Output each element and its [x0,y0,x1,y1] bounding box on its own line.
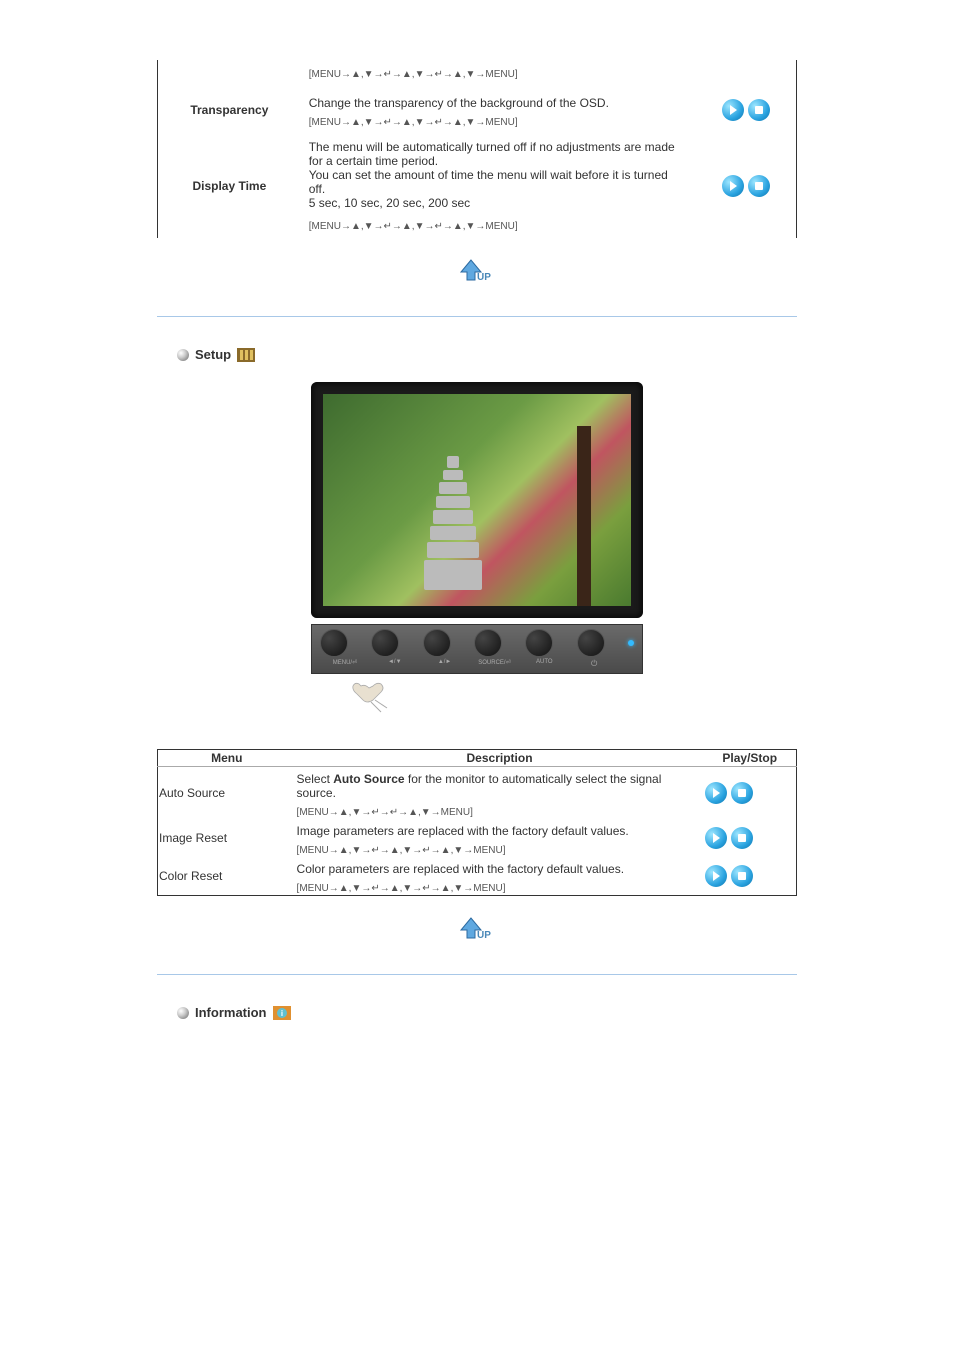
hand-pointer-icon [351,680,391,716]
monitor-screen [323,394,631,606]
information-icon: i [273,1006,291,1020]
section-header-information: Information i [97,1005,857,1020]
panel-label: SOURCE/⏎ [470,659,520,669]
up-icon[interactable]: UP [457,916,497,944]
stop-icon[interactable] [731,782,753,804]
divider [157,316,797,317]
setup-table: Menu Description Play/Stop Auto Source S… [157,749,797,896]
bullet-icon [177,349,189,361]
play-icon[interactable] [722,99,744,121]
table-row-display-time: Display Time The menu will be automatica… [158,134,797,238]
stop-icon[interactable] [731,865,753,887]
row-desc-1: The menu will be automatically turned of… [309,140,688,168]
table-row-imagereset: Image Reset Image parameters are replace… [158,819,797,857]
panel-button-power[interactable] [577,629,605,657]
button-panel: MENU/⏎ ◄/▼ ▲/► SOURCE/⏎ AUTO ⏻ [311,624,643,674]
row-desc: Image parameters are replaced with the f… [297,824,703,838]
osd-table-top: [MENU→▲,▼→↵→▲,▼→↵→▲,▼→MENU] Transparency… [157,60,797,238]
menu-path: [MENU→▲,▼→↵→▲,▼→↵→▲,▼→MENU] [297,883,506,894]
panel-button-auto[interactable] [525,629,553,657]
menu-path: [MENU→▲,▼→↵→▲,▼→↵→▲,▼→MENU] [309,69,518,80]
panel-label: ▲/► [420,659,470,669]
table-row: [MENU→▲,▼→↵→▲,▼→↵→▲,▼→MENU] [158,60,797,86]
setup-icon [237,348,255,362]
panel-button-source[interactable] [474,629,502,657]
svg-text:UP: UP [477,930,491,941]
col-desc: Description [296,750,704,767]
table-row-colorreset: Color Reset Color parameters are replace… [158,857,797,896]
svg-text:i: i [280,1009,282,1018]
section-title: Setup [195,347,231,362]
monitor-bezel [311,382,643,618]
stop-icon[interactable] [748,175,770,197]
panel-button-up[interactable] [423,629,451,657]
col-menu: Menu [158,750,296,767]
table-row-transparency: Transparency Change the transparency of … [158,86,797,134]
table-row-autosource: Auto Source Select Auto Source for the m… [158,767,797,820]
monitor-illustration: MENU/⏎ ◄/▼ ▲/► SOURCE/⏎ AUTO ⏻ [311,382,643,719]
col-playstop: Play/Stop [704,750,797,767]
stop-icon[interactable] [731,827,753,849]
up-icon[interactable]: UP [457,258,497,286]
row-desc-3: 5 sec, 10 sec, 20 sec, 200 sec [309,196,688,210]
divider [157,974,797,975]
row-label: Image Reset [158,819,296,857]
table-header-row: Menu Description Play/Stop [158,750,797,767]
menu-path: [MENU→▲,▼→↵→↵→▲,▼→MENU] [297,807,473,818]
row-label: Display Time [158,134,301,238]
row-desc-2: You can set the amount of time the menu … [309,168,688,196]
panel-button-down[interactable] [371,629,399,657]
panel-label: AUTO [519,659,569,669]
bullet-icon [177,1007,189,1019]
row-label: Auto Source [158,767,296,820]
stop-icon[interactable] [748,99,770,121]
row-label: Color Reset [158,857,296,896]
menu-path: [MENU→▲,▼→↵→▲,▼→↵→▲,▼→MENU] [309,221,518,232]
play-icon[interactable] [705,782,727,804]
play-icon[interactable] [705,827,727,849]
panel-label: ⏻ [569,659,619,669]
led-icon [628,640,634,646]
row-desc: Change the transparency of the backgroun… [309,96,688,110]
menu-path: [MENU→▲,▼→↵→▲,▼→↵→▲,▼→MENU] [309,117,518,128]
play-icon[interactable] [705,865,727,887]
menu-path: [MENU→▲,▼→↵→▲,▼→↵→▲,▼→MENU] [297,845,506,856]
section-header-setup: Setup [97,347,857,362]
svg-text:UP: UP [477,272,491,283]
row-desc: Color parameters are replaced with the f… [297,862,703,876]
panel-button-menu[interactable] [320,629,348,657]
panel-label: ◄/▼ [370,659,420,669]
panel-label: MENU/⏎ [320,659,370,669]
row-desc: Select Auto Source for the monitor to au… [297,772,703,800]
row-label: Transparency [158,86,301,134]
play-icon[interactable] [722,175,744,197]
section-title: Information [195,1005,267,1020]
